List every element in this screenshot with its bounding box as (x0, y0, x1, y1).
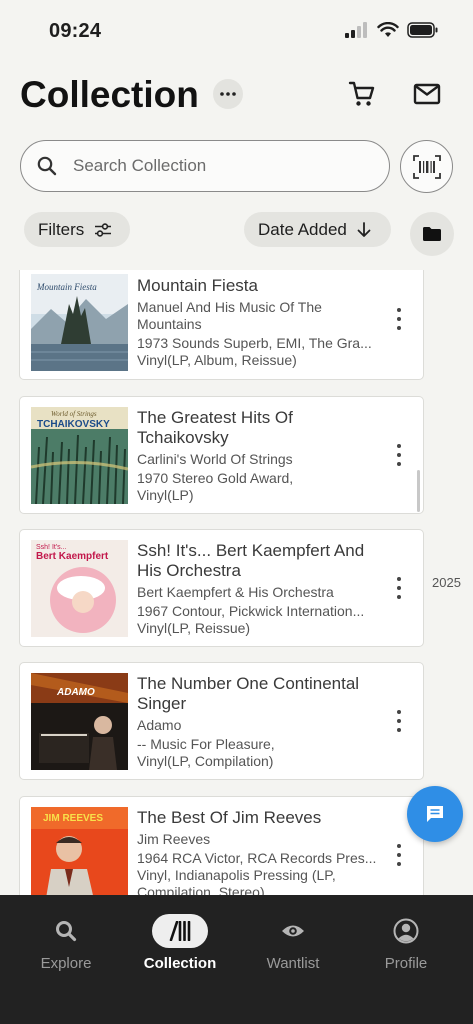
cover-text: Mountain Fiesta (36, 282, 97, 292)
svg-text:World of Strings: World of Strings (51, 410, 97, 418)
cover-text: Bert Kaempfert (36, 551, 109, 562)
search-input[interactable] (73, 156, 363, 176)
release-label: 1964 RCA Victor, RCA Records Pres... (137, 850, 377, 866)
chat-icon (427, 806, 443, 822)
status-icons (345, 22, 439, 38)
tab-collection[interactable]: Collection (125, 913, 235, 972)
release-menu-button[interactable] (389, 840, 409, 870)
sort-button[interactable]: Date Added (244, 212, 391, 247)
release-format: Vinyl(LP) (137, 487, 194, 503)
release-title: Ssh! It's... Bert Kaempfert And His Orch… (137, 541, 365, 580)
release-artist: Bert Kaempfert & His Orchestra (137, 584, 334, 600)
bottom-tab-bar: Explore Collection Wantlist Profile (0, 895, 473, 1024)
page-title: Collection (20, 74, 199, 115)
cover-text: JIM REEVES (43, 813, 103, 824)
folder-icon (423, 227, 441, 241)
folder-button[interactable] (410, 212, 454, 256)
release-artist: Carlini's World Of Strings (137, 451, 293, 467)
chat-button[interactable] (407, 786, 463, 842)
release-format: Vinyl(LP, Reissue) (137, 620, 251, 636)
release-format: Vinyl(LP, Compilation) (137, 753, 274, 769)
collection-list[interactable]: Mountain Fiesta Mountain Fiesta Manuel A… (0, 270, 473, 895)
release-label: -- Music For Pleasure, (137, 736, 275, 752)
release-card[interactable]: ADAMO The Number One Continental Singer … (19, 662, 424, 780)
release-label: 1973 Sounds Superb, EMI, The Gra... (137, 335, 372, 351)
wifi-icon (377, 22, 399, 37)
album-cover-image: World of Strings TCHAIKOVSKY (31, 407, 128, 504)
tab-label: Profile (384, 955, 428, 972)
tab-wantlist[interactable]: Wantlist (238, 913, 348, 972)
album-cover-image: Ssh! It's... Bert Kaempfert (31, 540, 128, 637)
sort-label: Date Added (258, 219, 347, 239)
tab-profile[interactable]: Profile (351, 913, 461, 972)
more-options-button[interactable] (213, 79, 243, 109)
scroll-year-indicator: 2025 (432, 575, 461, 590)
release-format: Vinyl(LP, Album, Reissue) (137, 352, 297, 368)
release-menu-button[interactable] (389, 706, 409, 736)
search-field[interactable] (20, 140, 390, 192)
ellipsis-icon (220, 92, 236, 96)
release-card[interactable]: Mountain Fiesta Mountain Fiesta Manuel A… (19, 270, 424, 380)
battery-icon (407, 22, 438, 38)
release-card[interactable]: JIM REEVES The Best Of Jim Reeves Jim Re… (19, 796, 424, 895)
tab-label: Explore (40, 955, 92, 972)
release-title: The Best Of Jim Reeves (137, 808, 322, 827)
release-artist: Adamo (137, 717, 182, 733)
album-cover-image: JIM REEVES (31, 807, 128, 895)
barcode-scan-button[interactable] (400, 140, 453, 193)
filters-button[interactable]: Filters (24, 212, 130, 247)
album-cover-image: Mountain Fiesta (31, 274, 128, 371)
cart-icon (348, 81, 375, 106)
tab-explore[interactable]: Explore (11, 913, 121, 972)
profile-icon (393, 918, 419, 944)
active-tab-indicator (152, 914, 208, 948)
release-title: Mountain Fiesta (137, 276, 258, 295)
release-card[interactable]: World of Strings TCHAIKOVSKY The Greates… (19, 396, 424, 514)
tab-label: Collection (143, 955, 217, 972)
signal-icon (345, 22, 367, 38)
release-menu-button[interactable] (389, 304, 409, 334)
release-format: Vinyl, Indianapolis Pressing (LP, Compil… (137, 867, 336, 895)
status-time: 09:24 (49, 20, 102, 42)
mail-button[interactable] (410, 78, 444, 110)
cart-button[interactable] (346, 78, 378, 110)
release-title: The Greatest Hits Of Tchaikovsky (137, 408, 293, 447)
mail-icon (413, 83, 441, 105)
arrow-down-icon (357, 221, 371, 237)
sliders-icon (95, 222, 112, 237)
filters-label: Filters (38, 219, 85, 239)
cover-text: TCHAIKOVSKY (37, 419, 110, 430)
release-label: 1967 Contour, Pickwick Internation... (137, 603, 365, 619)
collection-header: Collection Filters (0, 62, 473, 270)
search-icon (56, 921, 77, 942)
release-artist: Manuel And His Music Of The Mountains (137, 299, 322, 332)
status-bar: 09:24 (0, 0, 473, 62)
svg-text:Ssh! It's...: Ssh! It's... (36, 544, 67, 551)
release-artist: Jim Reeves (137, 831, 211, 847)
eye-icon (282, 925, 304, 937)
tab-label: Wantlist (266, 955, 320, 972)
release-card[interactable]: Ssh! It's... Bert Kaempfert Ssh! It's...… (19, 529, 424, 647)
search-icon (37, 156, 57, 176)
barcode-icon (412, 154, 441, 179)
release-menu-button[interactable] (389, 440, 409, 470)
scrollbar-thumb[interactable] (417, 470, 420, 512)
release-title: The Number One Continental Singer (137, 674, 360, 713)
cover-text: ADAMO (56, 687, 95, 698)
release-label: 1970 Stereo Gold Award, (137, 470, 294, 486)
collection-icon (169, 921, 191, 941)
release-menu-button[interactable] (389, 573, 409, 603)
album-cover-image: ADAMO (31, 673, 128, 770)
